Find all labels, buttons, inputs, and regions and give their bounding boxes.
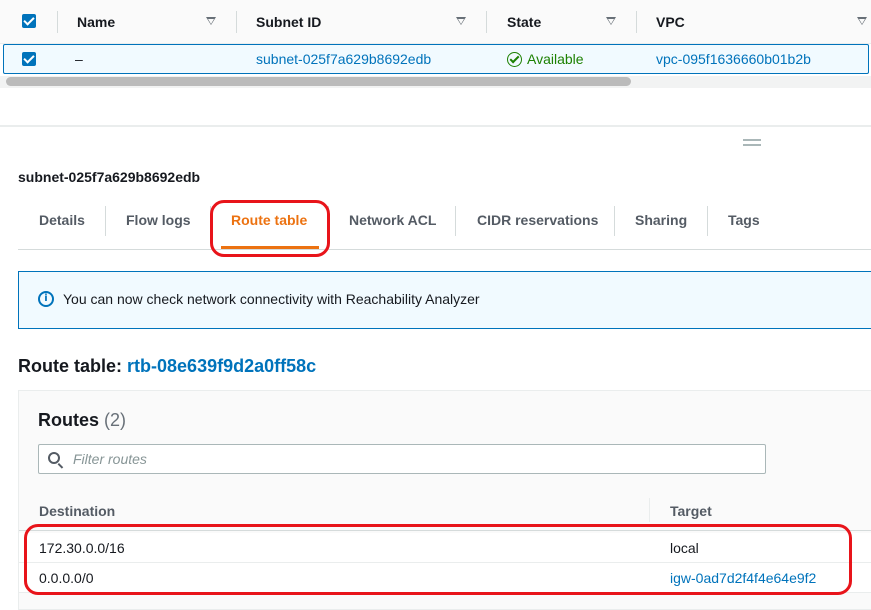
column-header-target[interactable]: Target xyxy=(670,503,712,519)
tab-details[interactable]: Details xyxy=(39,212,85,228)
row-name: – xyxy=(75,51,83,67)
tabs-baseline xyxy=(18,249,871,250)
tab-network-acl[interactable]: Network ACL xyxy=(349,212,436,228)
row-checkbox[interactable] xyxy=(22,52,36,66)
sort-caret-icon[interactable] xyxy=(857,17,867,25)
search-icon xyxy=(48,452,60,464)
tab-divider xyxy=(707,206,708,236)
filter-routes-input[interactable] xyxy=(38,444,766,474)
column-divider xyxy=(486,11,487,33)
column-header-name[interactable]: Name xyxy=(77,0,115,44)
state-label: Available xyxy=(527,51,584,67)
row-vpc-link[interactable]: vpc-095f1636660b01b2b xyxy=(656,51,811,67)
column-header-label: VPC xyxy=(656,14,685,30)
route-table-label: Route table: xyxy=(18,356,123,376)
tab-divider xyxy=(455,206,456,236)
table-header xyxy=(0,0,871,44)
routes-title: Routes (2) xyxy=(38,410,126,431)
panel-gap xyxy=(0,88,871,126)
annotation-highlight-tab xyxy=(210,200,330,257)
tab-flow-logs[interactable]: Flow logs xyxy=(126,212,191,228)
info-banner-text: You can now check network connectivity w… xyxy=(63,291,480,307)
tab-divider xyxy=(105,206,106,236)
column-header-state[interactable]: State xyxy=(507,0,541,44)
column-divider xyxy=(236,11,237,33)
row-state: Available xyxy=(507,51,584,67)
tab-cidr-reservations[interactable]: CIDR reservations xyxy=(477,212,598,228)
tab-divider xyxy=(614,206,615,236)
row-subnet-id-link[interactable]: subnet-025f7a629b8692edb xyxy=(256,51,431,67)
column-header-vpc[interactable]: VPC xyxy=(656,0,685,44)
column-divider xyxy=(57,11,58,33)
column-header-label: Name xyxy=(77,14,116,30)
column-divider xyxy=(649,498,650,522)
route-table-heading: Route table: rtb-08e639f9d2a0ff58c xyxy=(18,356,316,377)
scrollbar-thumb[interactable] xyxy=(6,77,631,86)
annotation-highlight-routes xyxy=(24,524,852,595)
route-table-id-link[interactable]: rtb-08e639f9d2a0ff58c xyxy=(127,356,316,376)
tab-tags[interactable]: Tags xyxy=(728,212,760,228)
sort-caret-icon[interactable] xyxy=(206,17,216,25)
column-header-label: Subnet ID xyxy=(256,14,322,30)
check-circle-icon xyxy=(507,51,522,67)
routes-title-label: Routes xyxy=(38,410,100,430)
filter-placeholder: Filter routes xyxy=(73,451,147,467)
panel-title: subnet-025f7a629b8692edb xyxy=(18,169,201,185)
select-all-checkbox[interactable] xyxy=(22,14,36,28)
column-header-subnet-id[interactable]: Subnet ID xyxy=(256,0,321,44)
column-divider xyxy=(636,11,637,33)
sort-caret-icon[interactable] xyxy=(456,17,466,25)
tab-sharing[interactable]: Sharing xyxy=(635,212,687,228)
drag-handle-icon[interactable] xyxy=(743,139,761,146)
sort-caret-icon[interactable] xyxy=(606,17,616,25)
info-icon: i xyxy=(38,291,54,307)
routes-count: (2) xyxy=(104,410,127,430)
column-header-destination[interactable]: Destination xyxy=(39,503,115,519)
split-panel-divider xyxy=(0,125,871,127)
column-header-label: State xyxy=(507,14,542,30)
